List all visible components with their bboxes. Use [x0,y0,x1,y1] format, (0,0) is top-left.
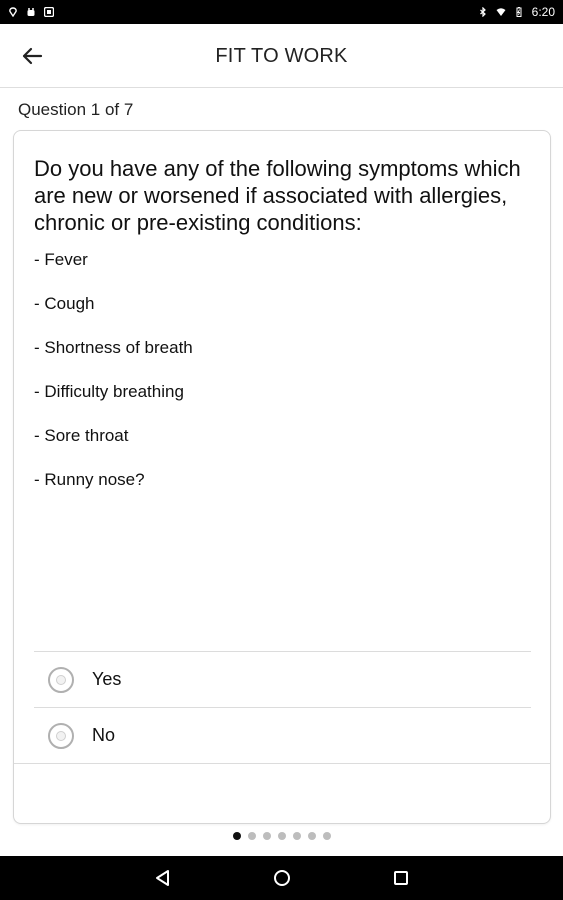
app-bar: FIT TO WORK [0,24,563,88]
option-yes[interactable]: Yes [34,651,531,707]
pager-dot[interactable] [232,832,241,840]
symptom-item: - Sore throat [34,426,129,445]
nav-home-button[interactable] [270,866,294,890]
status-bar: 6:20 [0,0,563,24]
android-debug-icon [26,7,36,17]
option-label-yes: Yes [92,669,122,689]
status-time: 6:20 [531,5,555,19]
pager-dot[interactable] [247,832,256,840]
location-icon [8,7,18,17]
symptom-item: - Runny nose? [34,470,145,489]
radio-dot [56,730,66,741]
arrow-left-icon [22,47,43,65]
symptom-item: - Shortness of breath [34,338,193,357]
radio-dot [56,674,66,685]
pager-dot[interactable] [292,832,301,840]
pager-dots [0,832,563,842]
bluetooth-icon [478,7,488,17]
option-label-no: No [92,725,116,745]
recents-square-icon [393,871,408,885]
pager-dot[interactable] [262,832,271,840]
back-button[interactable] [14,38,50,74]
pager-dot[interactable] [322,832,331,840]
photo-icon [44,7,54,17]
symptom-item: - Fever [34,250,88,269]
nav-recents-button[interactable] [389,866,413,890]
page-title: FIT TO WORK [215,44,348,67]
system-nav-bar [0,856,563,900]
status-right: 6:20 [478,5,555,19]
battery-charging-icon [514,7,524,17]
wifi-icon [496,7,506,17]
symptom-item: - Cough [34,294,95,313]
radio-button-yes[interactable] [48,666,74,693]
question-progress: Question 1 of 7 [18,100,134,119]
question-text: Do you have any of the following symptom… [34,156,521,235]
nav-back-button[interactable] [151,866,175,890]
card-footer-divider [14,763,550,764]
radio-button-no[interactable] [48,722,74,749]
pager-dot[interactable] [307,832,316,840]
status-left [8,7,54,17]
symptom-item: - Difficulty breathing [34,382,184,401]
question-card: Do you have any of the following symptom… [13,130,551,824]
back-triangle-icon [155,870,169,886]
symptom-list: - Fever - Cough - Shortness of breath - … [34,249,193,513]
home-circle-icon [273,870,290,886]
option-no[interactable]: No [34,707,531,763]
pager-dot[interactable] [277,832,286,840]
answer-options: Yes No [34,651,531,763]
